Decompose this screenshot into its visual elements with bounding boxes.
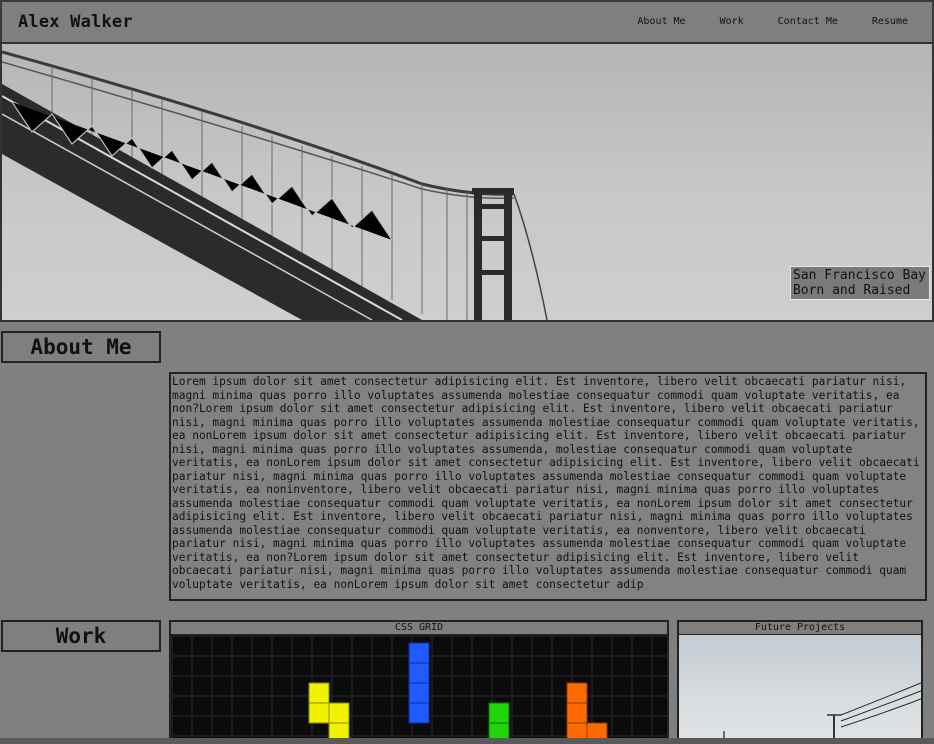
hero-caption: San Francisco Bay Born and Raised — [789, 266, 930, 300]
hero-caption-line-2: Born and Raised — [792, 283, 911, 298]
future-projects-image — [679, 635, 921, 744]
hero-caption-line-1: San Francisco Bay — [792, 268, 926, 283]
site-brand[interactable]: Alex Walker — [18, 12, 133, 32]
nav-link-work[interactable]: Work — [720, 16, 744, 27]
project-card-title: CSS GRID — [171, 622, 667, 635]
hero-banner: San Francisco Bay Born and Raised — [0, 42, 934, 322]
top-nav: Alex Walker About Me Work Contact Me Res… — [0, 0, 934, 44]
nav-link-about[interactable]: About Me — [637, 16, 685, 27]
tetris-image — [171, 635, 667, 744]
project-card-title: Future Projects — [679, 622, 921, 635]
work-heading: Work — [1, 620, 161, 652]
nav-menu: About Me Work Contact Me Resume — [603, 16, 908, 27]
nav-link-resume[interactable]: Resume — [872, 16, 908, 27]
page: Alex Walker About Me Work Contact Me Res… — [0, 0, 934, 744]
about-heading: About Me — [1, 331, 161, 363]
about-text: Lorem ipsum dolor sit amet consectetur a… — [169, 372, 927, 601]
project-card-future[interactable]: Future Projects — [677, 620, 923, 744]
project-card-css-grid[interactable]: CSS GRID — [169, 620, 669, 744]
nav-link-contact[interactable]: Contact Me — [778, 16, 838, 27]
bottom-edge — [0, 738, 934, 744]
